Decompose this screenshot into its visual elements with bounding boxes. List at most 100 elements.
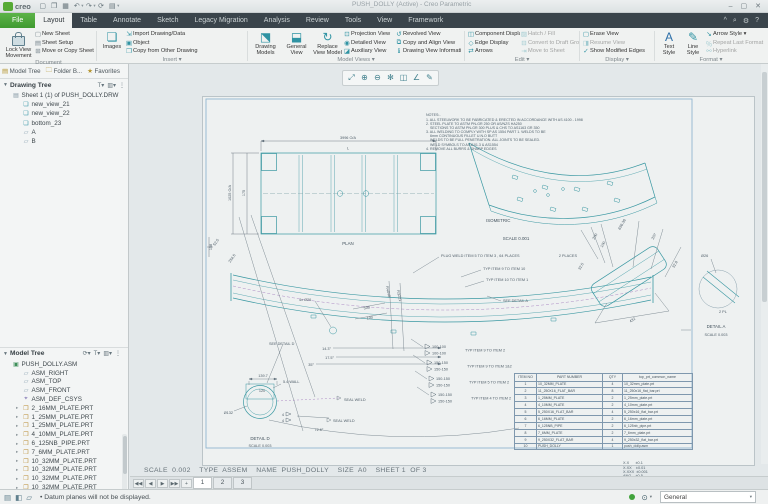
tree-item[interactable]: ▱ ASM_TOP	[0, 378, 123, 387]
help-icon[interactable]: ?	[755, 17, 759, 24]
hyperlink-button[interactable]: ⚯Hyperlink	[705, 47, 765, 56]
images-button[interactable]: ❏ Images	[99, 30, 125, 50]
arrows-button[interactable]: ⇄Arrows	[467, 47, 520, 56]
bom-table[interactable]: ITEM NOPART NUMBER QTYtop_prt_common_nam…	[514, 373, 693, 450]
tree-item[interactable]: ❒ 10_32MM_PLATE.PRT	[0, 466, 123, 475]
tree-item[interactable]: ▱ A	[0, 128, 128, 137]
open-icon[interactable]: ❐	[51, 1, 57, 12]
detail-d-view[interactable]: 139.7 5.4 WALL 120 Ø132 SEAL WELD SEAL W…	[224, 374, 519, 448]
tree-item[interactable]: ❏ new_view_21	[0, 100, 128, 109]
sheet-tab[interactable]: 3	[233, 477, 252, 489]
ribbon-tab[interactable]: Tools	[337, 13, 369, 28]
copy-align-view-button[interactable]: ⧉Copy and Align View	[395, 39, 461, 48]
next-sheet-button[interactable]: ▶	[157, 479, 168, 488]
detailed-view-button[interactable]: ◉Detailed View	[343, 39, 395, 48]
ribbon-tab[interactable]: Sketch	[149, 13, 186, 28]
projection-view-button[interactable]: ⊡Projection View	[343, 30, 395, 39]
tab-model-tree[interactable]: ▤Model Tree	[2, 67, 41, 75]
refit-button[interactable]: ⤢	[346, 72, 358, 84]
redo-icon[interactable]: ↷	[86, 1, 92, 12]
hatch-fill-button[interactable]: ▨Hatch / Fill	[520, 30, 579, 39]
navigator-toggle-icon[interactable]: ▤	[4, 493, 11, 502]
tree-options-icon[interactable]: ⋮	[115, 350, 121, 357]
replace-view-model-button[interactable]: ↻Replace View Model	[312, 30, 343, 56]
collapse-caret-icon[interactable]: ▼	[3, 82, 8, 88]
auxiliary-view-button[interactable]: ◪Auxiliary View	[343, 47, 395, 56]
redo-dropdown-icon[interactable]: ▾	[93, 3, 95, 9]
tree-item[interactable]: ▤ Sheet 1 (1) of PUSH_DOLLY.DRW	[0, 91, 128, 100]
windows-icon[interactable]: ▤	[109, 1, 116, 12]
new-icon[interactable]: ▢	[39, 1, 46, 12]
regenerate-ic{on[interactable]: ⟳	[98, 1, 104, 12]
tab-favorites[interactable]: ★Favorites	[87, 67, 120, 75]
graphics-vertical-scrollbar[interactable]	[761, 64, 768, 464]
show-modified-edges-button[interactable]: ✓Show Modified Edges	[582, 47, 652, 56]
first-sheet-button[interactable]: ◀◀	[133, 479, 144, 488]
sheet-tab[interactable]: 2	[213, 477, 232, 489]
sheet-setup-button[interactable]: ▤Sheet Setup	[34, 39, 94, 48]
ribbon-tab[interactable]: Annotate	[105, 13, 149, 28]
last-sheet-button[interactable]: ▶▶	[169, 479, 180, 488]
erase-view-button[interactable]: ▢Erase View	[582, 30, 652, 39]
copy-from-other-drawing-button[interactable]: ❐Copy from Other Drawing	[125, 47, 243, 56]
line-style-button[interactable]: ✎Line Style	[681, 30, 705, 56]
tree-item[interactable]: ❒ 1_25MM_PLATE.PRT	[0, 413, 123, 422]
new-sheet-button[interactable]: ▢New Sheet	[34, 30, 94, 39]
tree-item[interactable]: ❏ bottom_23	[0, 119, 128, 128]
tree-item[interactable]: ❒ 2_16MM_PLATE.PRT	[0, 404, 123, 413]
drawing-models-button[interactable]: ⬔Drawing Models	[250, 30, 281, 56]
maximize-button[interactable]: ▢	[741, 2, 748, 10]
refresh-icon[interactable]: ⟳▾	[83, 350, 91, 357]
move-copy-sheets-button[interactable]: ⊞Move or Copy Sheets	[34, 47, 94, 56]
browser-toggle-icon[interactable]: ◧	[15, 493, 22, 502]
collapse-caret-icon[interactable]: ▼	[3, 351, 8, 357]
tree-item[interactable]: ❒ 1_25MM_PLATE.PRT	[0, 422, 123, 431]
filter-icon[interactable]: T▾	[94, 350, 101, 357]
tree-options-icon[interactable]: ⋮	[119, 82, 125, 89]
tree-item[interactable]: ▱ ASM_FRONT	[0, 386, 123, 395]
resume-view-button[interactable]: ◨Resume View	[582, 39, 652, 48]
filter-combobox[interactable]: General ▾	[660, 491, 756, 503]
ribbon-tab[interactable]: File	[0, 13, 35, 28]
ribbon-tab[interactable]: Layout	[35, 13, 72, 28]
tree-item[interactable]: ▣ PUSH_DOLLY.ASM	[0, 360, 123, 369]
ribbon-tab[interactable]: View	[369, 13, 400, 28]
text-style-button[interactable]: AText Style	[657, 30, 681, 56]
options-icon[interactable]: ⚙	[743, 17, 749, 25]
elevation-view[interactable]	[231, 273, 653, 335]
find-icon[interactable]: ⊙	[641, 493, 647, 502]
drawing-sheet[interactable]: 3996 O/A L 1025 O/A 175 158 PLAN	[202, 96, 755, 466]
datum-display-toggle-icon[interactable]: ▱	[26, 493, 32, 502]
new-sheet-tab-button[interactable]: +	[181, 479, 192, 488]
repeat-last-format-button[interactable]: ％Repeat Last Format	[705, 39, 765, 48]
arrow-style-button[interactable]: ↘Arrow Style ▾	[705, 30, 765, 39]
object-button[interactable]: ▣Object	[125, 39, 243, 48]
component-display-button[interactable]: ◫Component Display	[467, 30, 520, 39]
graphics-area[interactable]: ⤢ ⊕ ⊖ ✻ ◫ ∠ ✎	[130, 64, 768, 489]
undo-icon[interactable]: ↶	[74, 1, 80, 12]
ribbon-tab[interactable]: Table	[72, 13, 105, 28]
close-button[interactable]: ✕	[755, 2, 761, 10]
undo-dropdown-icon[interactable]: ▾	[81, 3, 83, 9]
tree-item[interactable]: ❒ 6_125NB_PIPE.PRT	[0, 439, 123, 448]
tree-item[interactable]: ❒ 10_32MM_PLATE.PRT	[0, 474, 123, 483]
filter-icon[interactable]: T▾	[98, 82, 105, 89]
ribbon-tab[interactable]: Legacy Migration	[186, 13, 255, 28]
tree-item[interactable]: ❒ 7_6MM_PLATE.PRT	[0, 448, 123, 457]
ribbon-tab[interactable]: Framework	[400, 13, 451, 28]
search-icon[interactable]: ⌕	[733, 17, 737, 25]
quick-access-dropdown-icon[interactable]: ▾	[117, 3, 119, 9]
tree-item[interactable]: ▱ ASM_RIGHT	[0, 369, 123, 378]
drawing-view-info-button[interactable]: ℹDrawing View Information	[395, 47, 461, 56]
previous-sheet-button[interactable]: ◀	[145, 479, 156, 488]
move-to-sheet-button[interactable]: ⇥Move to Sheet	[520, 47, 579, 56]
save-icon[interactable]: ▦	[62, 1, 69, 12]
columns-icon[interactable]: ▥▾	[107, 82, 116, 89]
zoom-out-button[interactable]: ⊖	[372, 72, 384, 84]
lock-view-movement-button[interactable]: Lock View Movement	[3, 30, 34, 59]
repaint-button[interactable]: ✻	[385, 72, 397, 84]
isometric-view[interactable]	[469, 143, 657, 224]
tree-item[interactable]: ❏ new_view_22	[0, 109, 128, 118]
revolved-view-button[interactable]: ↺Revolved View	[395, 30, 461, 39]
ribbon-tab[interactable]: Review	[298, 13, 337, 28]
